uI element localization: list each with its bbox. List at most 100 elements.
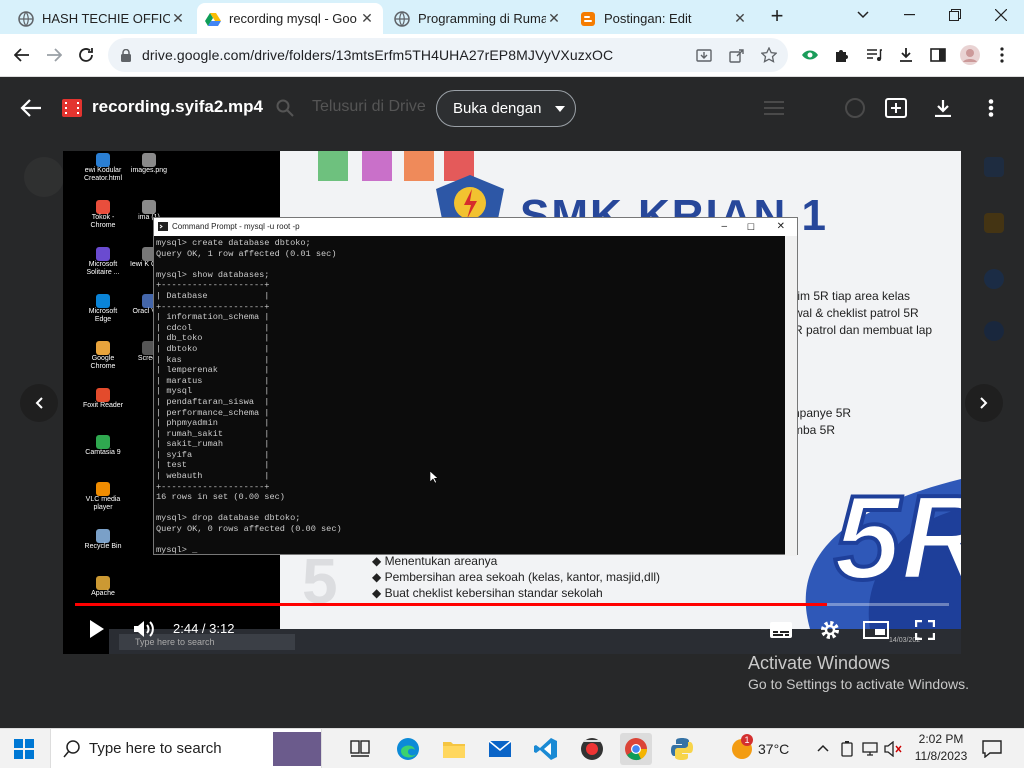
subtitles-icon[interactable]	[769, 621, 793, 639]
desktop-app-icon	[96, 294, 110, 308]
sun-weather-icon: 1	[732, 734, 753, 759]
color-tile	[362, 151, 392, 181]
file-explorer-icon[interactable]	[438, 733, 470, 765]
cmd-line: mysql> drop database dbtoko;	[156, 513, 301, 524]
reload-icon[interactable]	[72, 41, 100, 69]
cmd-line: | cdcol |	[156, 322, 270, 333]
close-window-icon[interactable]	[978, 0, 1024, 30]
cmd-scrollbar	[785, 236, 797, 556]
cmd-line	[156, 259, 786, 270]
add-to-drive-icon[interactable]	[885, 98, 907, 118]
notification-icon[interactable]	[982, 740, 1002, 758]
download-icon[interactable]	[892, 41, 920, 69]
tab-programming[interactable]: Programming di Ruma ✕	[386, 3, 570, 34]
fullscreen-icon[interactable]	[915, 620, 935, 640]
minimize-icon[interactable]	[886, 0, 932, 30]
close-preview-back-icon[interactable]	[20, 98, 42, 118]
desktop-app-icon	[142, 153, 156, 167]
cmd-titlebar: Command Prompt - mysql -u root -p – ☐ ✕	[154, 218, 797, 236]
next-file-button[interactable]	[965, 384, 1003, 422]
desktop-app-icon	[96, 576, 110, 590]
desktop-app-icon	[96, 482, 110, 496]
video-progress-fill	[75, 603, 827, 606]
download-file-icon[interactable]	[934, 99, 952, 117]
profile-avatar-icon[interactable]	[956, 41, 984, 69]
weather-widget[interactable]: 1 37°C	[732, 729, 789, 768]
chevron-up-icon[interactable]	[817, 744, 829, 752]
volume-icon[interactable]	[133, 619, 155, 639]
open-with-button[interactable]: Buka dengan	[436, 90, 576, 127]
chrome-taskbar-icon[interactable]	[620, 733, 652, 765]
close-tab-icon[interactable]: ✕	[170, 10, 186, 27]
desktop-icon: Recycle Bin	[81, 527, 125, 551]
weather-badge: 1	[741, 734, 753, 746]
video-progress-track[interactable]	[75, 603, 949, 606]
desktop-icon-label: Apache	[91, 590, 115, 597]
previous-file-button[interactable]	[20, 384, 58, 422]
share-icon[interactable]	[729, 47, 745, 63]
new-tab-plus-icon[interactable]: +	[766, 5, 788, 28]
vscode-icon[interactable]	[530, 733, 562, 765]
activate-windows-subtitle: Go to Settings to activate Windows.	[748, 676, 969, 692]
forward-arrow-icon[interactable]	[40, 41, 68, 69]
url-text[interactable]: drive.google.com/drive/folders/13mtsErfm…	[142, 38, 613, 72]
mail-icon[interactable]	[484, 733, 516, 765]
globe-icon	[394, 10, 410, 27]
video-player[interactable]: ewi Kodular Creator.html images.png Tokok …	[63, 151, 961, 654]
cmd-line: | test |	[156, 460, 270, 471]
cmd-line	[156, 503, 786, 514]
battery-icon[interactable]	[840, 741, 854, 757]
desktop-icon-label: ewi Kodular Creator.html	[83, 167, 123, 182]
search-highlight-image	[273, 732, 321, 766]
taskbar-search-box[interactable]: Type here to search	[50, 729, 322, 768]
close-tab-icon[interactable]: ✕	[546, 10, 562, 27]
side-panel-icon[interactable]	[924, 41, 952, 69]
filter-icon	[764, 101, 784, 115]
volume-muted-icon[interactable]	[884, 741, 902, 757]
tab-search-chevron-icon[interactable]	[840, 0, 886, 30]
lock-icon[interactable]	[120, 49, 132, 62]
menu-kebab-icon[interactable]	[988, 41, 1016, 69]
tab-recording-mysql[interactable]: recording mysql - Goo ✕	[197, 3, 383, 34]
close-tab-icon[interactable]: ✕	[732, 10, 748, 27]
windows-start-icon[interactable]	[14, 739, 34, 759]
windows-taskbar: Type here to search 1 37°C 2:02 PM 11/8/…	[0, 728, 1024, 768]
tab-hash-techie[interactable]: HASH TECHIE OFFICIA ✕	[10, 3, 194, 34]
restore-icon[interactable]	[932, 0, 978, 30]
cmd-line: +--------------------+	[156, 301, 270, 312]
miniplayer-icon[interactable]	[863, 621, 889, 639]
edge-taskbar-icon[interactable]	[392, 733, 424, 765]
browser-toolbar: drive.google.com/drive/folders/13mtsErfm…	[0, 34, 1024, 77]
recorder-app-icon[interactable]	[576, 733, 608, 765]
eye-extension-icon[interactable]	[796, 41, 824, 69]
extensions-puzzle-icon[interactable]	[828, 41, 856, 69]
desktop-app-icon	[96, 529, 110, 543]
install-app-icon[interactable]	[696, 47, 712, 63]
cmd-line: mysql> _	[156, 545, 198, 556]
desktop-icon-label: Recycle Bin	[84, 543, 122, 550]
search-placeholder[interactable]: Telusuri di Drive	[312, 98, 426, 116]
settings-gear-icon[interactable]	[819, 619, 841, 641]
back-arrow-icon[interactable]	[8, 41, 36, 69]
tab-postingan-edit[interactable]: Postingan: Edit ✕	[572, 3, 756, 34]
desktop-icon-label: Foxit Reader	[82, 402, 124, 409]
slide-line: R patrol dan membuat lap	[794, 323, 933, 337]
media-queue-icon[interactable]	[860, 41, 888, 69]
desktop-icon: Foxit Reader	[81, 386, 125, 410]
svg-text:5: 5	[302, 549, 338, 609]
bookmark-star-icon[interactable]	[761, 47, 777, 63]
more-options-icon[interactable]	[988, 99, 994, 117]
task-view-icon[interactable]	[344, 733, 376, 765]
address-bar[interactable]: drive.google.com/drive/folders/13mtsErfm…	[108, 38, 788, 72]
desktop-icon: Apache	[81, 574, 125, 598]
search-icon[interactable]	[276, 99, 294, 117]
taskbar-clock[interactable]: 2:02 PM 11/8/2023	[905, 731, 977, 765]
python-icon[interactable]	[666, 733, 698, 765]
cmd-line: | information_schema |	[156, 312, 270, 323]
play-icon[interactable]	[89, 619, 105, 639]
desktop-icon: images.png	[127, 151, 171, 175]
close-tab-icon[interactable]: ✕	[359, 10, 375, 27]
network-icon[interactable]	[862, 741, 878, 757]
caret-down-icon	[555, 105, 566, 112]
desktop-app-icon	[142, 200, 156, 214]
